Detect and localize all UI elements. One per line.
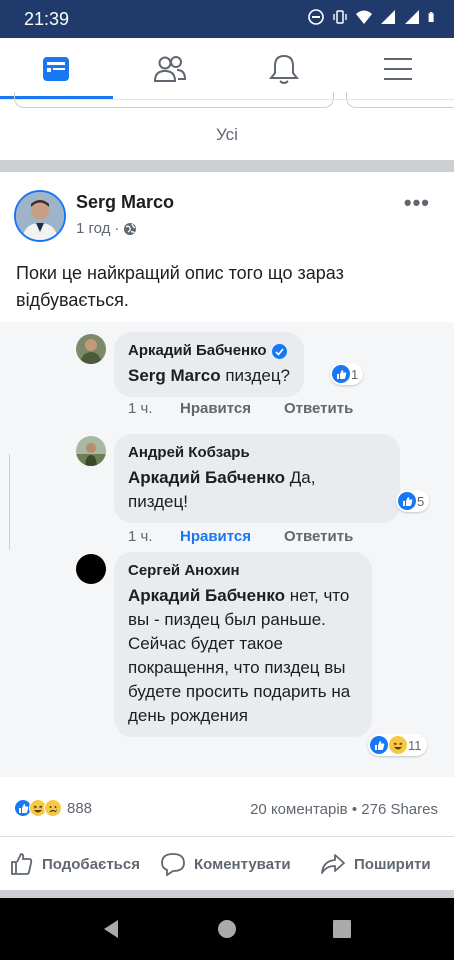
status-bar: 21:39 [0, 0, 454, 38]
comment-actions: 1 ч. Нравится Ответить [128, 400, 353, 417]
do-not-disturb-icon [308, 9, 324, 25]
filter-all-label[interactable]: Усі [0, 125, 454, 145]
share-icon [321, 854, 345, 874]
news-feed-icon [43, 57, 69, 81]
post-author-name[interactable]: Serg Marco [76, 192, 174, 213]
share-button-label: Поширити [354, 855, 431, 873]
commenter-name[interactable]: Аркадий Бабченко [128, 341, 290, 361]
comment-like-button[interactable]: Нравится [180, 400, 284, 417]
comments-count[interactable]: 20 коментарів [250, 801, 348, 818]
feed-separator-bottom [0, 890, 454, 898]
comment-mention[interactable]: Аркадий Бабченко [128, 586, 285, 605]
comment-like-button[interactable]: Нравится [180, 528, 284, 545]
avatar-photo-icon [16, 192, 64, 240]
meta-dot: · [114, 220, 120, 237]
battery-icon [428, 12, 434, 22]
comment-bubble[interactable]: Аркадий Бабченко Serg Marco пиздец? [114, 332, 305, 397]
comment-reactions[interactable]: 1 [330, 363, 364, 385]
friends-icon [153, 56, 187, 82]
news-feed-tab[interactable] [16, 38, 96, 100]
notifications-tab[interactable] [244, 38, 324, 100]
status-time: 21:39 [24, 9, 70, 29]
comment-button[interactable]: Коментувати [160, 852, 291, 876]
comments-shares-summary: 20 коментарів • 276 Shares [250, 801, 438, 818]
reaction-count: 5 [417, 493, 425, 509]
comment-bubble[interactable]: Андрей Кобзарь Аркадий Бабченко Да, пизде… [114, 434, 400, 523]
recents-icon[interactable] [331, 918, 353, 940]
comment-text: Аркадий Бабченко нет, что вы - пиздец бы… [128, 586, 351, 725]
comment-reply-button[interactable]: Ответить [284, 400, 353, 417]
comment-time[interactable]: 1 ч. [128, 400, 180, 417]
comment-reply-button[interactable]: Ответить [284, 528, 353, 545]
filter-area: Усі [0, 92, 454, 160]
bell-icon [269, 54, 299, 84]
post-time[interactable]: 1 год [76, 220, 110, 237]
post-reactions-summary[interactable]: 888 [14, 799, 92, 817]
globe-icon [124, 222, 137, 235]
comment-icon [161, 853, 185, 876]
reactions-count: 888 [67, 799, 93, 817]
share-button[interactable]: Поширити [320, 852, 431, 876]
comments-section: Аркадий Бабченко Serg Marco пиздец? 1 1 … [0, 322, 454, 777]
filter-pill-2[interactable] [346, 92, 454, 108]
comment-mention[interactable]: Serg Marco [128, 366, 221, 385]
commenter-avatar[interactable] [76, 554, 106, 584]
commenter-name[interactable]: Андрей Кобзарь [128, 443, 386, 463]
comment-reactions[interactable]: 5 [396, 490, 430, 512]
filter-pill[interactable] [14, 92, 334, 108]
commenter-name[interactable]: Сергей Анохин [128, 561, 358, 581]
signal-icon [381, 10, 395, 24]
post-text: Поки це найкращий опис того що зараз від… [16, 263, 344, 310]
post-card: Serg Marco 1 год · ••• Поки це найкращий… [0, 172, 454, 890]
reaction-count: 1 [351, 366, 359, 382]
commenter-avatar[interactable] [76, 436, 106, 466]
signal-2-icon [405, 10, 419, 24]
post-summary: 888 20 коментарів • 276 Shares [0, 777, 454, 837]
hamburger-menu-icon [384, 58, 412, 80]
wifi-icon [356, 10, 372, 24]
like-button-label: Подобається [42, 855, 140, 873]
commenter-avatar[interactable] [76, 334, 106, 364]
thumbs-up-icon [11, 853, 33, 875]
like-reaction-icon [332, 365, 350, 383]
post-actions: Подобається Коментувати Поширити [0, 838, 454, 890]
like-reaction-icon [398, 492, 416, 510]
thread-line [0, 454, 10, 550]
post-meta: 1 год · [76, 220, 137, 237]
system-nav-bar [0, 898, 454, 960]
comment-actions: 1 ч. Нравится Ответить [128, 528, 353, 545]
avatar-photo-icon [76, 436, 106, 466]
friends-tab[interactable] [130, 38, 210, 100]
shares-count[interactable]: 276 Shares [361, 801, 438, 818]
sad-reaction-icon [44, 799, 62, 817]
avatar-photo-icon [76, 334, 106, 364]
comment-mention[interactable]: Аркадий Бабченко [128, 468, 285, 487]
comment-reactions[interactable]: 11 [368, 734, 427, 756]
home-icon[interactable] [216, 918, 238, 940]
comment-text: Serg Marco пиздец? [128, 366, 291, 385]
top-nav [0, 38, 454, 100]
back-icon[interactable] [100, 918, 122, 940]
summary-dot: • [351, 801, 358, 818]
like-reaction-icon [370, 736, 388, 754]
menu-tab[interactable] [358, 38, 438, 100]
status-icons [308, 9, 438, 25]
feed-separator [0, 160, 454, 172]
haha-reaction-icon [389, 736, 407, 754]
comment-button-label: Коментувати [194, 855, 291, 873]
comment-bubble[interactable]: Сергей Анохин Аркадий Бабченко нет, что … [114, 552, 372, 737]
reaction-count: 11 [408, 737, 422, 753]
comment-text: Аркадий Бабченко Да, пиздец! [128, 468, 316, 511]
vibrate-icon [333, 10, 347, 24]
more-options-icon[interactable]: ••• [404, 190, 430, 216]
verified-badge-icon [271, 343, 287, 359]
like-button[interactable]: Подобається [10, 852, 140, 876]
author-avatar[interactable] [14, 190, 66, 242]
comment-time[interactable]: 1 ч. [128, 528, 180, 545]
